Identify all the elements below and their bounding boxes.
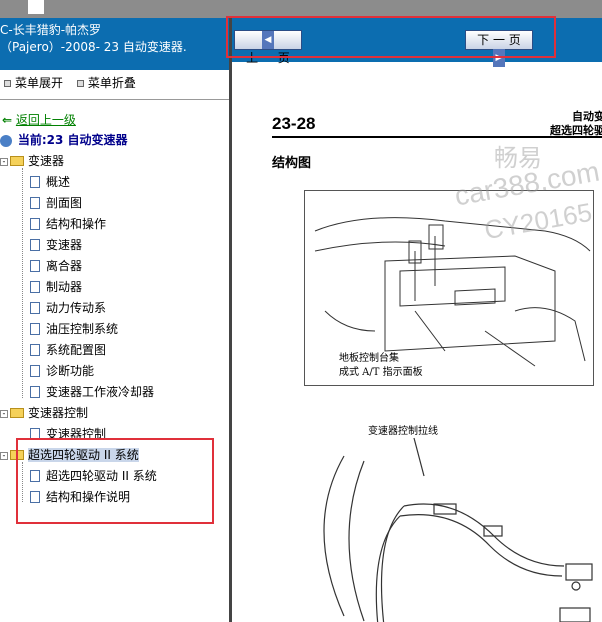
back-link[interactable]: 返回上一级 [16,113,76,127]
document-icon [30,196,40,209]
figure-title: 结构图 [272,156,312,171]
expand-icon [4,80,11,87]
tree-guide-line [22,168,23,398]
document-icon [30,322,40,335]
tree-item-label[interactable]: 变速器工作液冷却器 [46,385,154,399]
menu-collapse-link[interactable]: 菜单折叠 [88,76,136,90]
tree-group-label[interactable]: 变速器控制 [28,406,88,420]
tree-item-label[interactable]: 概述 [46,175,70,189]
menu-expand-link[interactable]: 菜单展开 [15,76,63,90]
document-icon [30,259,40,272]
tree-group-label[interactable]: 变速器 [28,154,64,168]
menu-separator [0,99,229,100]
computer-icon [0,134,12,147]
document-icon [30,238,40,251]
tree-item-label[interactable]: 结构和操作 [46,217,106,231]
tree-item[interactable]: 结构和操作 [30,214,106,234]
tree-item[interactable]: 变速器工作液冷却器 [30,382,154,402]
document-icon [30,343,40,356]
menu-toggle-row: 菜单展开 菜单折叠 [0,74,142,91]
document-icon [30,280,40,293]
cable-drawing [323,437,593,622]
tree-item-label[interactable]: 油压控制系统 [46,322,118,336]
tree-item-label[interactable]: 变速器 [46,238,82,252]
collapse-icon [76,80,84,87]
tree-item-label[interactable]: 离合器 [46,259,82,273]
tree-group-transmission[interactable]: - 变速器 [0,151,64,171]
cable-illustration: 变速器控制拉线 [304,416,602,622]
document-pane: ◀上 一 页 下 一 页▶ 23-28 自动变 超选四轮驱 结构图 地板控制台集… [232,18,602,622]
document-icon [30,217,40,230]
tree-item[interactable]: 诊断功能 [30,361,94,381]
book-title-line1: C-长丰猎豹-帕杰罗 [0,23,102,37]
collapse-box-icon[interactable]: - [0,409,8,418]
document-icon [30,301,40,314]
current-node-row: 当前:23 自动变速器 [0,130,128,150]
section-header: 自动变 超选四轮驱 [550,110,602,137]
navigation-pane: C-长丰猎豹-帕杰罗 （Pajero）-2008- 23 自动变速器. 菜单展开… [0,18,229,622]
fig2-label: 变速器控制拉线 [368,426,438,437]
tree-item[interactable]: 变速器 [30,235,82,255]
collapse-box-icon[interactable]: - [0,157,8,166]
collapse-box-icon[interactable]: - [0,451,8,460]
document-icon [30,364,40,377]
folder-open-icon [10,407,24,418]
document-icon [30,385,40,398]
header-rule [272,136,602,138]
tree-item-label[interactable]: 制动器 [46,280,82,294]
book-title-bar: C-长丰猎豹-帕杰罗 （Pajero）-2008- 23 自动变速器. [0,18,229,70]
tree-item[interactable]: 概述 [30,172,70,192]
back-link-row[interactable]: ⇐ 返回上一级 [2,110,76,130]
tree-item[interactable]: 离合器 [30,256,82,276]
highlight-box-nav [226,16,556,58]
book-title-line2: （Pajero）-2008- 23 自动变速器. [0,40,187,54]
tree-item-label[interactable]: 系统配置图 [46,343,106,357]
highlight-box-tree [16,438,214,524]
current-node-label: 当前:23 自动变速器 [17,133,128,147]
tree-item[interactable]: 油压控制系统 [30,319,118,339]
back-arrow-icon: ⇐ [2,113,13,127]
document-icon [30,175,40,188]
window-tab-square [28,0,44,14]
tree-item-label[interactable]: 剖面图 [46,196,82,210]
folder-open-icon [10,155,24,166]
tree-item[interactable]: 制动器 [30,277,82,297]
tree-item-label[interactable]: 诊断功能 [46,364,94,378]
tree-item[interactable]: 动力传动系 [30,298,106,318]
tree-item[interactable]: 剖面图 [30,193,82,213]
tree-item[interactable]: 系统配置图 [30,340,106,360]
tree-group-transmission-control[interactable]: - 变速器控制 [0,403,88,423]
fig1-label-line2: 成式 A/T 指示面板 [339,367,423,378]
fig1-label-line1: 地板控制台集 [339,353,399,364]
tree-item-label[interactable]: 动力传动系 [46,301,106,315]
page-number: 23-28 [272,114,316,133]
